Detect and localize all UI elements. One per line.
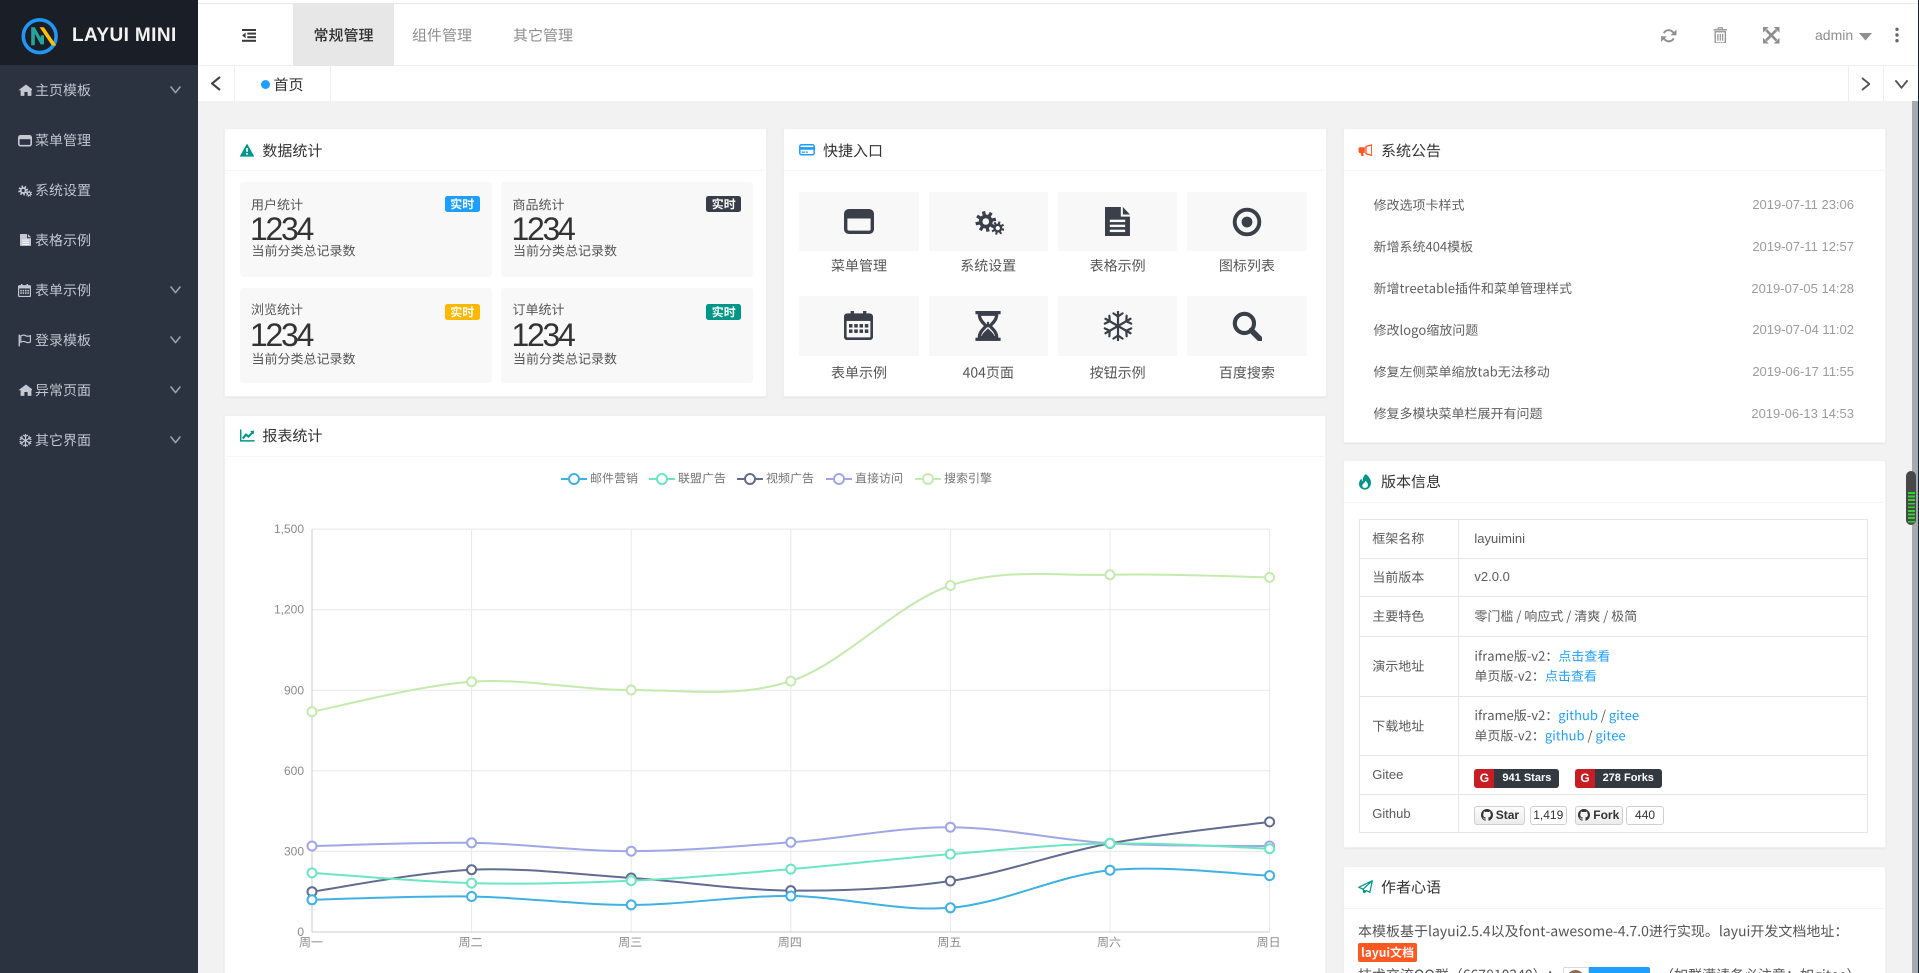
svg-text:900: 900 bbox=[284, 683, 304, 697]
svg-text:300: 300 bbox=[284, 844, 304, 858]
svg-text:1,200: 1,200 bbox=[274, 603, 304, 617]
svg-text:600: 600 bbox=[284, 764, 304, 778]
svg-text:0: 0 bbox=[297, 925, 304, 939]
svg-text:1,500: 1,500 bbox=[274, 522, 304, 536]
